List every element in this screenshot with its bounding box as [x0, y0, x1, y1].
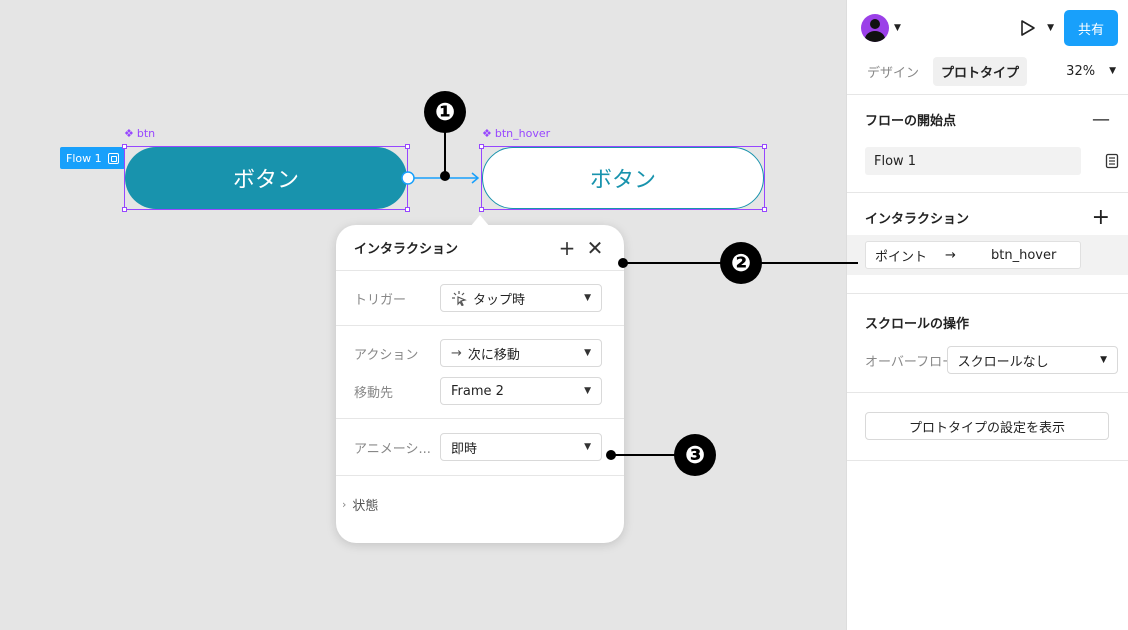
callout-3-dot — [606, 450, 616, 460]
callout-2-line-right — [760, 262, 858, 264]
prototype-settings-button[interactable]: プロトタイプの設定を表示 — [865, 412, 1109, 440]
component-icon: ❖ — [124, 127, 134, 140]
popup-pointer — [470, 215, 490, 227]
close-icon[interactable]: ✕ — [584, 236, 606, 260]
zoom-level[interactable]: 32% — [1066, 64, 1095, 79]
callout-1-line — [444, 132, 446, 176]
animation-section: アニメーシ... 即時 ▼ — [336, 419, 624, 476]
tap-icon — [452, 291, 467, 306]
callout-2-line-left — [624, 262, 722, 264]
component-label-btn-hover[interactable]: ❖ btn_hover — [482, 127, 550, 140]
interaction-popup: インタラクション + ✕ トリガー タップ時 ▼ アクション → 次に移動 ▼ … — [336, 225, 624, 543]
play-icon[interactable] — [1017, 18, 1037, 38]
animation-row: アニメーシ... 即時 ▼ — [336, 428, 624, 466]
chevron-down-icon[interactable]: ▼ — [894, 23, 901, 33]
interaction-item[interactable]: ポイント → btn_hover — [847, 235, 1128, 275]
trigger-row: トリガー タップ時 ▼ — [336, 279, 624, 317]
action-select[interactable]: → 次に移動 ▼ — [440, 339, 602, 367]
flow-name-field[interactable]: Flow 1 — [865, 147, 1081, 175]
destination-row: 移動先 Frame 2 ▼ — [336, 372, 624, 410]
trigger-select[interactable]: タップ時 ▼ — [440, 284, 602, 312]
action-section: アクション → 次に移動 ▼ 移動先 Frame 2 ▼ — [336, 326, 624, 419]
component-label-btn[interactable]: ❖ btn — [124, 127, 155, 140]
chevron-down-icon: ▼ — [584, 442, 591, 452]
description-icon[interactable] — [1105, 153, 1119, 169]
state-toggle[interactable]: › 状態 — [336, 476, 624, 532]
canvas[interactable]: ❖ btn ❖ btn_hover Flow 1 ボタン ボタン ❶ ❷ ❸ イ… — [0, 0, 858, 630]
settings-section: プロトタイプの設定を表示 — [847, 393, 1128, 461]
share-button[interactable]: 共有 — [1064, 10, 1118, 46]
callout-1: ❶ — [424, 91, 466, 133]
panel-tabs: デザイン プロトタイプ 32% ▼ — [847, 56, 1128, 86]
chevron-down-icon[interactable]: ▼ — [1109, 66, 1116, 76]
chevron-down-icon: ▼ — [584, 348, 591, 358]
callout-3: ❸ — [674, 434, 716, 476]
arrow-right-icon: → — [945, 247, 956, 263]
arrow-right-icon: → — [451, 345, 462, 361]
trigger-section: トリガー タップ時 ▼ — [336, 271, 624, 326]
chevron-down-icon: ▼ — [1100, 355, 1107, 365]
callout-2: ❷ — [720, 242, 762, 284]
section-title-flow: フローの開始点 — [865, 113, 957, 129]
flow-frame-icon — [107, 152, 119, 164]
callout-3-line — [612, 454, 676, 456]
section-title-interaction: インタラクション — [865, 211, 970, 227]
tab-prototype[interactable]: プロトタイプ — [933, 56, 1028, 86]
destination-select[interactable]: Frame 2 ▼ — [440, 377, 602, 405]
tab-design[interactable]: デザイン — [859, 57, 927, 86]
button-component[interactable]: ボタン — [125, 147, 407, 209]
animation-select[interactable]: 即時 ▼ — [440, 433, 602, 461]
interaction-section: インタラクション + ポイント → btn_hover — [847, 193, 1128, 294]
section-title-scroll: スクロールの操作 — [865, 316, 970, 332]
overflow-select[interactable]: スクロールなし ▼ — [946, 346, 1118, 374]
action-row: アクション → 次に移動 ▼ — [336, 334, 624, 372]
chevron-right-icon: › — [342, 497, 347, 511]
remove-icon[interactable]: — — [1092, 109, 1110, 130]
callout-2-dot-left — [618, 258, 628, 268]
popup-header: インタラクション + ✕ — [336, 225, 624, 271]
chevron-down-icon[interactable]: ▼ — [1047, 23, 1054, 33]
button-hover-component[interactable]: ボタン — [482, 147, 764, 209]
chevron-down-icon: ▼ — [584, 386, 591, 396]
avatar[interactable] — [861, 14, 889, 42]
callout-1-dot — [440, 171, 450, 181]
chevron-down-icon: ▼ — [584, 293, 591, 303]
properties-panel: ▼ ▼ 共有 デザイン プロトタイプ 32% ▼ フローの開始点 — Flow … — [846, 0, 1128, 630]
component-icon: ❖ — [482, 127, 492, 140]
scroll-section: スクロールの操作 オーバーフロー スクロールなし ▼ — [847, 294, 1128, 393]
popup-title: インタラクション — [354, 242, 459, 257]
add-icon[interactable]: + — [1092, 205, 1110, 230]
add-icon[interactable]: + — [556, 236, 578, 260]
flow-start-tag[interactable]: Flow 1 — [60, 147, 125, 169]
overflow-label: オーバーフロー — [865, 354, 947, 370]
panel-topbar: ▼ ▼ 共有 — [847, 0, 1128, 56]
flow-start-section: フローの開始点 — Flow 1 — [847, 95, 1128, 193]
